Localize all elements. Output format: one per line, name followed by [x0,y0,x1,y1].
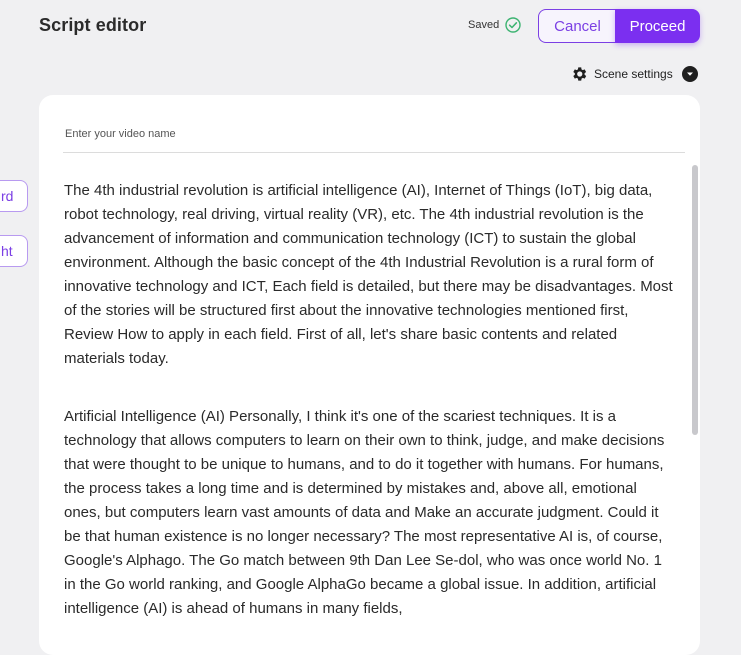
check-circle-icon [505,17,521,33]
scene-settings-button[interactable]: Scene settings [570,65,698,83]
gear-icon [570,65,588,83]
chevron-down-icon [681,66,698,82]
page-title: Script editor [39,15,147,35]
proceed-button[interactable]: Proceed [615,9,700,43]
video-name-input[interactable] [63,115,685,153]
side-panel-button-1[interactable]: rd [0,180,28,212]
save-status: Saved [468,17,521,33]
script-paragraph[interactable]: The 4th industrial revolution is artific… [64,179,676,371]
scene-settings-label: Scene settings [594,67,673,81]
script-text-area[interactable]: The 4th industrial revolution is artific… [64,179,676,655]
saved-label: Saved [468,19,500,31]
top-bar: Script editor Saved Cancel Proceed [0,0,741,54]
script-editor-card: The 4th industrial revolution is artific… [39,95,700,655]
side-panel-button-2[interactable]: ht [0,235,28,267]
scrollbar[interactable] [692,165,698,435]
cancel-button[interactable]: Cancel [538,9,616,43]
script-paragraph[interactable]: Artificial Intelligence (AI) Personally,… [64,405,676,621]
